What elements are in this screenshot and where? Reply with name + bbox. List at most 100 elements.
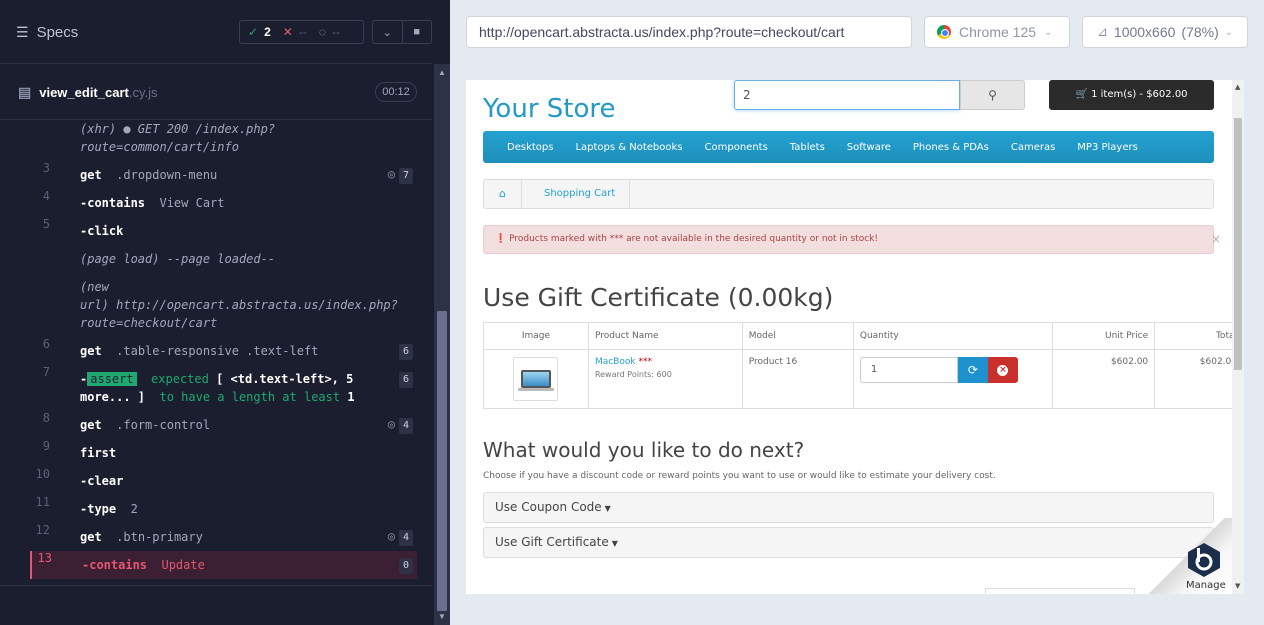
runner-footer — [0, 585, 432, 625]
aut-scrollbar[interactable]: ▲ ▼ — [1232, 80, 1244, 594]
run-controls: ⌄ ■ — [372, 20, 432, 44]
assert-tag: assert — [87, 372, 137, 386]
caret-down-icon: ▼ — [604, 504, 611, 513]
command-row[interactable]: 11 -type 2 — [30, 495, 417, 523]
table-row: MacBook *** Reward Points: 600 Product 1… — [483, 349, 1243, 409]
next-steps-heading: What would you like to do next? — [483, 438, 805, 462]
scrollbar-thumb[interactable] — [1234, 118, 1242, 370]
browser-selector[interactable]: Chrome 125 ⌄ — [924, 16, 1070, 48]
panel-stub — [985, 588, 1135, 594]
spec-file-header: ▤ view_edit_cart.cy.js 00:12 — [0, 64, 432, 120]
command-row[interactable]: 10 -clear — [30, 467, 417, 495]
gift-certificate-panel-toggle[interactable]: Use Gift Certificate ▼ — [483, 527, 1214, 558]
store-logo[interactable]: Your Store — [483, 94, 616, 124]
home-icon[interactable]: ⌂ — [484, 180, 522, 208]
spec-duration: 00:12 — [375, 82, 417, 102]
main-menu: Desktops Laptops & Notebooks Components … — [483, 131, 1214, 163]
command-row[interactable]: 4 -contains View Cart — [30, 189, 417, 217]
cypress-runner-panel: ☰ Specs ✓ 2 ✕ -- ◌ -- ⌄ ■ ▤ view_edit_ca… — [0, 0, 450, 625]
laptop-icon — [517, 370, 554, 391]
menu-item[interactable]: Phones & PDAs — [902, 142, 1000, 153]
scroll-up-icon[interactable]: ▲ — [1235, 83, 1240, 91]
command-row[interactable]: 3 get .dropdown-menu ◎ 7 — [30, 161, 417, 189]
file-icon: ▤ — [18, 84, 32, 100]
close-icon[interactable]: × — [1211, 226, 1221, 253]
out-of-stock-marker: *** — [638, 357, 652, 367]
cart-table: Image Product Name Model Quantity Unit P… — [483, 322, 1243, 409]
hidden-eye-icon: ◎ — [387, 167, 395, 181]
column-header: Quantity — [852, 322, 1054, 350]
command-row-failed[interactable]: 13 -contains Update 0 — [30, 551, 417, 579]
menu-item[interactable]: Cameras — [1000, 142, 1066, 153]
breadcrumb: ⌂ Shopping Cart — [483, 179, 1214, 209]
x-icon: ✕ — [282, 25, 293, 39]
pending-icon: ◌ — [318, 25, 326, 39]
search-button[interactable]: ⚲ — [960, 80, 1025, 110]
menu-item[interactable]: Desktops — [496, 142, 564, 153]
chevron-down-icon: ⌄ — [1224, 26, 1234, 38]
manage-label: Manage — [1186, 580, 1226, 591]
command-row: (page load) --page loaded-- — [80, 252, 276, 266]
hidden-eye-icon: ◎ — [387, 417, 395, 431]
viewport-info[interactable]: ⊿ 1000x660 (78%) ⌄ — [1082, 16, 1248, 48]
column-header: Total — [1154, 322, 1243, 350]
spec-file-name[interactable]: ▤ view_edit_cart.cy.js — [18, 84, 158, 101]
product-model: Product 16 — [741, 349, 854, 409]
update-button[interactable]: ⟳ — [957, 357, 988, 383]
scroll-down-icon[interactable]: ▼ — [438, 612, 446, 621]
caret-down-icon: ▼ — [611, 539, 618, 548]
total-price: $602.00 — [1154, 349, 1243, 409]
scroll-down-icon[interactable]: ▼ — [1235, 582, 1240, 590]
column-header: Model — [741, 322, 854, 350]
specs-toggle[interactable]: ☰ Specs — [16, 24, 78, 41]
quantity-input[interactable]: 1 — [859, 357, 958, 383]
command-row[interactable]: 5 -click — [30, 217, 417, 245]
command-row[interactable]: 9 first — [30, 439, 417, 467]
column-header: Unit Price — [1052, 322, 1156, 350]
cart-icon: 🛒 — [1075, 89, 1088, 100]
aut-iframe: Your Store 2 ⚲ 🛒 1 item(s) - $602.00 Des… — [466, 80, 1244, 594]
stock-alert: ❗ Products marked with *** are not avail… — [483, 225, 1221, 254]
scroll-up-icon[interactable]: ▲ — [438, 68, 446, 77]
manage-widget[interactable]: Manage — [1146, 518, 1232, 594]
command-row[interactable]: 6 get .table-responsive .text-left 6 — [30, 337, 417, 365]
page-title: Use Gift Certificate (0.00kg) — [483, 283, 834, 312]
product-thumbnail[interactable] — [513, 357, 559, 401]
hidden-eye-icon: ◎ — [387, 529, 395, 543]
element-count-badge: 4 — [399, 418, 413, 434]
element-count-badge: 7 — [399, 168, 413, 184]
reward-points: Reward Points: 600 — [594, 370, 672, 379]
menu-item[interactable]: Software — [836, 142, 902, 153]
menu-item[interactable]: Laptops & Notebooks — [564, 142, 693, 153]
specs-label: Specs — [36, 24, 79, 41]
menu-item[interactable]: MP3 Players — [1066, 142, 1149, 153]
scrollbar-thumb[interactable] — [437, 311, 447, 611]
check-icon: ✓ — [248, 25, 259, 39]
unit-price: $602.00 — [1052, 349, 1156, 409]
column-header: Product Name — [587, 322, 743, 350]
command-row[interactable]: 12 get .btn-primary ◎ 4 — [30, 523, 417, 551]
command-log: (xhr) ● GET 200 /index.php? route=common… — [30, 120, 417, 579]
command-log-scrollbar[interactable]: ▲ ▼ — [434, 64, 450, 625]
breadcrumb-item[interactable]: Shopping Cart — [522, 180, 631, 208]
cart-button[interactable]: 🛒 1 item(s) - $602.00 — [1049, 80, 1214, 110]
chevron-down-icon[interactable]: ⌄ — [373, 21, 403, 43]
menu-item[interactable]: Tablets — [779, 142, 836, 153]
chrome-icon — [937, 25, 951, 39]
exclamation-icon: ❗ — [495, 234, 507, 244]
menu-item[interactable]: Components — [694, 142, 779, 153]
stop-icon[interactable]: ■ — [403, 21, 432, 43]
menu-icon: ☰ — [16, 24, 29, 40]
command-row[interactable]: (xhr) ● GET 200 /index.php? route=common… — [30, 115, 417, 161]
close-circle-icon: × — [997, 364, 1009, 376]
remove-button[interactable]: × — [987, 357, 1018, 383]
ruler-icon: ⊿ — [1097, 24, 1108, 39]
search-input[interactable]: 2 — [734, 80, 960, 110]
command-row[interactable]: 8 get .form-control ◎ 4 — [30, 411, 417, 439]
product-link[interactable]: MacBook — [595, 357, 636, 367]
coupon-panel-toggle[interactable]: Use Coupon Code ▼ — [483, 492, 1214, 523]
test-stats: ✓ 2 ✕ -- ◌ -- — [239, 20, 364, 44]
command-row[interactable]: 7 - assert expected [ <td.text-left>, 5 m… — [30, 365, 417, 411]
aut-url-bar[interactable]: http://opencart.abstracta.us/index.php?r… — [466, 16, 912, 48]
pending-count: -- — [331, 25, 340, 39]
